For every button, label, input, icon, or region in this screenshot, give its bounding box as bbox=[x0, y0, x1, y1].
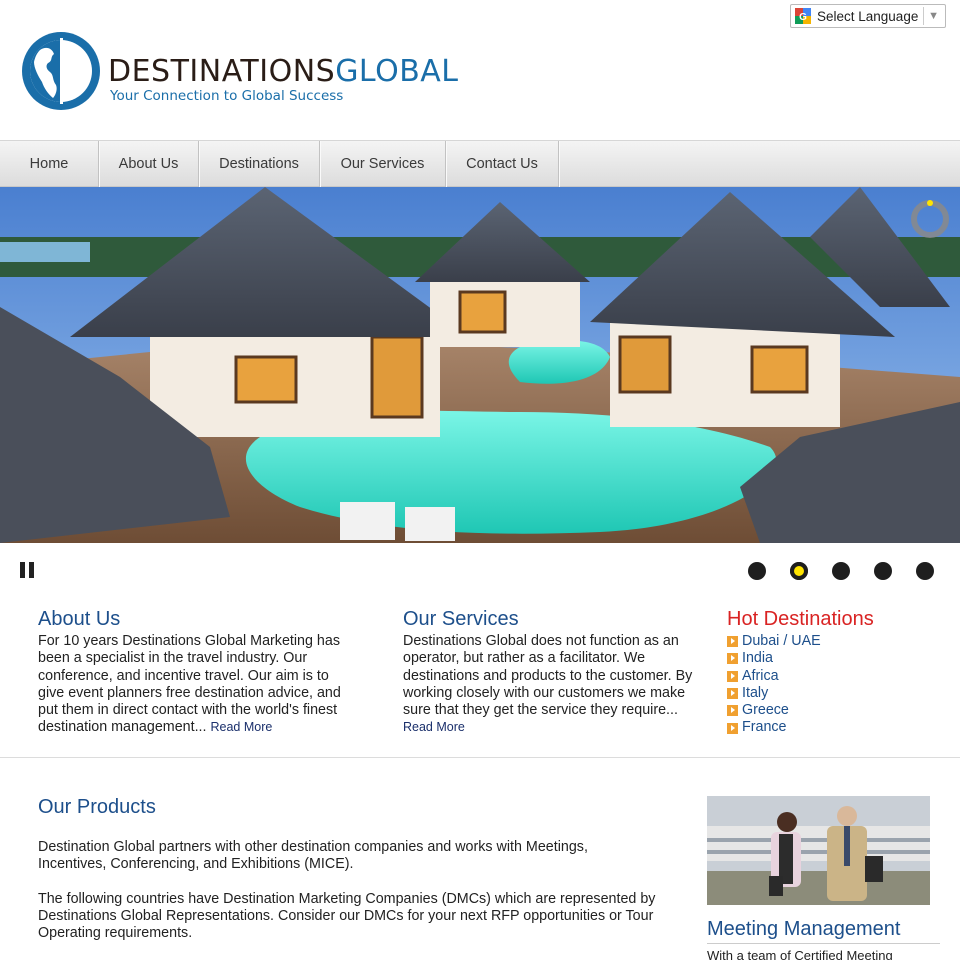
hot-destination-item[interactable]: Africa bbox=[727, 668, 927, 685]
hot-destination-label[interactable]: Italy bbox=[742, 685, 768, 702]
hot-destinations-heading: Hot Destinations bbox=[727, 608, 874, 630]
chevron-down-icon: ▼ bbox=[928, 10, 939, 22]
arrow-bullet-icon bbox=[727, 688, 738, 700]
services-body: Destinations Global does not function as… bbox=[403, 633, 693, 719]
hot-destination-item[interactable]: Greece bbox=[727, 702, 927, 719]
meeting-photo[interactable] bbox=[707, 796, 930, 905]
site-logo[interactable]: DESTINATIONSGLOBAL Your Connection to Gl… bbox=[20, 30, 480, 114]
language-selector[interactable]: G Select Language ▼ bbox=[790, 4, 946, 28]
nav-item-destinations[interactable]: Destinations bbox=[199, 141, 320, 187]
hot-destination-label[interactable]: Dubai / UAE bbox=[742, 633, 821, 650]
about-heading: About Us bbox=[38, 608, 121, 630]
products-paragraph-2: The following countries have Destination… bbox=[38, 890, 656, 942]
hot-destination-item[interactable]: India bbox=[727, 650, 927, 667]
services-section: Our Services Destinations Global does no… bbox=[403, 608, 693, 737]
nav-item-our-services[interactable]: Our Services bbox=[320, 141, 446, 187]
brand-name-part1: DESTINATIONS bbox=[108, 54, 336, 89]
hot-destination-item[interactable]: Italy bbox=[727, 685, 927, 702]
slider-dot[interactable] bbox=[874, 562, 892, 580]
hot-destination-label[interactable]: Greece bbox=[742, 702, 789, 719]
meeting-management-heading: Meeting Management bbox=[707, 918, 940, 944]
nav-item-about-us[interactable]: About Us bbox=[99, 141, 199, 187]
pause-icon[interactable] bbox=[20, 562, 36, 578]
products-paragraph-1: Destination Global partners with other d… bbox=[38, 839, 588, 873]
services-read-more-link[interactable]: Read More bbox=[403, 720, 465, 734]
hot-destinations-section: Hot Destinations Dubai / UAE India Afric… bbox=[727, 608, 927, 737]
loading-ring-icon bbox=[911, 200, 949, 238]
about-section: About Us For 10 years Destinations Globa… bbox=[38, 608, 358, 737]
site-header: DESTINATIONSGLOBAL Your Connection to Gl… bbox=[0, 0, 960, 140]
hot-destination-label[interactable]: Africa bbox=[742, 668, 779, 685]
products-section: Our Products Destination Global partners… bbox=[38, 796, 658, 959]
hot-destinations-list: Dubai / UAE India Africa Italy Greece Fr… bbox=[727, 633, 927, 737]
arrow-bullet-icon bbox=[727, 705, 738, 717]
nav-item-contact-us[interactable]: Contact Us bbox=[446, 141, 559, 187]
hero-slider[interactable] bbox=[0, 187, 960, 543]
hot-destination-item[interactable]: France bbox=[727, 719, 927, 736]
svg-text:G: G bbox=[799, 12, 807, 23]
hot-destination-item[interactable]: Dubai / UAE bbox=[727, 633, 927, 650]
arrow-bullet-icon bbox=[727, 670, 738, 682]
slider-dot[interactable] bbox=[832, 562, 850, 580]
brand-name-part2: GLOBAL bbox=[335, 54, 459, 89]
services-text: Destinations Global does not function as… bbox=[403, 633, 693, 737]
slider-dot[interactable] bbox=[748, 562, 766, 580]
hot-destination-label[interactable]: France bbox=[742, 719, 787, 736]
brand-name: DESTINATIONSGLOBAL bbox=[108, 54, 459, 89]
about-body: For 10 years Destinations Global Marketi… bbox=[38, 633, 341, 736]
services-heading: Our Services bbox=[403, 608, 519, 630]
meeting-management-panel: Meeting Management With a team of Certif… bbox=[707, 796, 940, 960]
language-selector-divider bbox=[923, 7, 925, 25]
main-nav: Home About Us Destinations Our Services … bbox=[0, 140, 960, 187]
nav-item-home[interactable]: Home bbox=[0, 141, 99, 187]
section-divider bbox=[0, 757, 960, 758]
meeting-management-text: With a team of Certified Meeting bbox=[707, 948, 893, 960]
hero-image-resort-pool bbox=[0, 187, 960, 543]
globe-logo-icon bbox=[22, 32, 100, 110]
slider-dot-active[interactable] bbox=[790, 562, 808, 580]
hot-destination-label[interactable]: India bbox=[742, 650, 773, 667]
arrow-bullet-icon bbox=[727, 653, 738, 665]
business-people-photo bbox=[707, 796, 930, 905]
arrow-bullet-icon bbox=[727, 636, 738, 648]
google-translate-icon: G bbox=[795, 8, 811, 24]
brand-tagline: Your Connection to Global Success bbox=[110, 88, 344, 104]
products-heading: Our Products bbox=[38, 796, 156, 818]
language-selector-label: Select Language bbox=[817, 8, 919, 24]
slider-dot[interactable] bbox=[916, 562, 934, 580]
arrow-bullet-icon bbox=[727, 722, 738, 734]
slider-pagination bbox=[748, 562, 934, 580]
about-read-more-link[interactable]: Read More bbox=[210, 720, 272, 734]
about-text: For 10 years Destinations Global Marketi… bbox=[38, 633, 358, 737]
